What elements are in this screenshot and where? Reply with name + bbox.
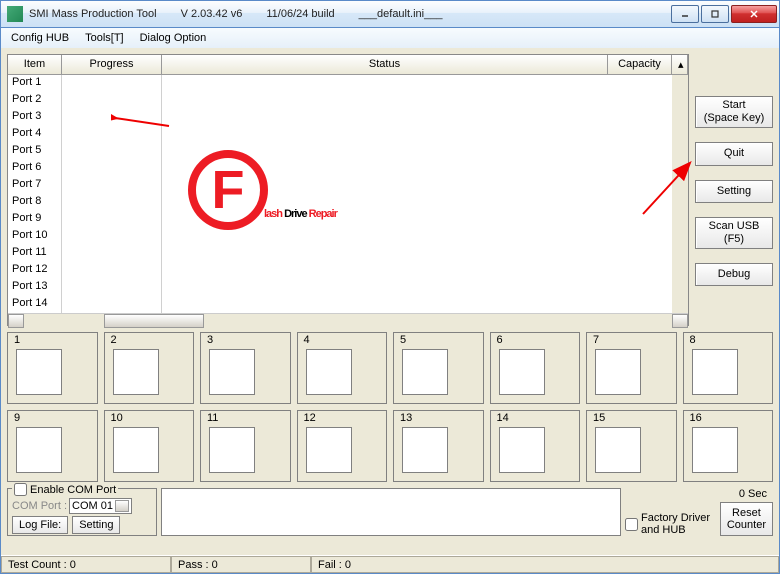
dropdown-icon xyxy=(115,500,129,512)
port-slot-7: 7 xyxy=(586,332,677,404)
status-bar: Test Count : 0 Pass : 0 Fail : 0 xyxy=(1,555,779,573)
port-slot-15: 15 xyxy=(586,410,677,482)
port-label: Port 3 xyxy=(8,109,62,126)
start-button[interactable]: Start(Space Key) xyxy=(695,96,773,128)
client-area: Item Progress Status Capacity ▴ Port 1 P… xyxy=(0,48,780,574)
side-buttons: Start(Space Key) Quit Setting Scan USB(F… xyxy=(695,54,773,326)
port-slot-2: 2 xyxy=(104,332,195,404)
reset-counter-button[interactable]: ResetCounter xyxy=(720,502,773,536)
port-slot-4: 4 xyxy=(297,332,388,404)
port-slot-14: 14 xyxy=(490,410,581,482)
port-slot-inner[interactable] xyxy=(113,427,159,473)
vscroll-up[interactable]: ▴ xyxy=(672,55,688,74)
port-slot-inner[interactable] xyxy=(113,349,159,395)
col-progress[interactable]: Progress xyxy=(62,55,162,74)
port-label: Port 9 xyxy=(8,211,62,228)
menu-dialog-option[interactable]: Dialog Option xyxy=(134,30,213,46)
port-slot-inner[interactable] xyxy=(692,349,738,395)
port-slot-9: 9 xyxy=(7,410,98,482)
status-test-count: Test Count : 0 xyxy=(1,556,171,573)
menu-tools[interactable]: Tools[T] xyxy=(79,30,130,46)
port-slot-inner[interactable] xyxy=(499,427,545,473)
log-setting-button[interactable]: Setting xyxy=(72,516,120,534)
port-slot-12: 12 xyxy=(297,410,388,482)
titlebar: SMI Mass Production Tool V 2.03.42 v6 11… xyxy=(0,0,780,28)
port-slot-inner[interactable] xyxy=(16,349,62,395)
app-ini: ___default.ini___ xyxy=(359,8,443,20)
port-label: Port 10 xyxy=(8,228,62,245)
hscroll-thumb[interactable] xyxy=(104,314,204,328)
port-slot-13: 13 xyxy=(393,410,484,482)
app-icon xyxy=(7,6,23,22)
port-table: Item Progress Status Capacity ▴ Port 1 P… xyxy=(7,54,689,326)
hscroll-right[interactable] xyxy=(672,314,688,328)
port-slot-inner[interactable] xyxy=(402,427,448,473)
port-label: Port 12 xyxy=(8,262,62,279)
port-slot-inner[interactable] xyxy=(16,427,62,473)
table-header: Item Progress Status Capacity ▴ xyxy=(8,55,688,75)
debug-button[interactable]: Debug xyxy=(695,263,773,286)
timer-label: 0 Sec xyxy=(739,488,773,500)
port-slot-10: 10 xyxy=(104,410,195,482)
setting-button[interactable]: Setting xyxy=(695,180,773,203)
col-status[interactable]: Status xyxy=(162,55,608,74)
table-body: Port 1 Port 2 Port 3 Port 4 Port 5 Port … xyxy=(8,75,672,313)
port-slot-5: 5 xyxy=(393,332,484,404)
com-port-group: Enable COM Port COM Port : COM 01 Log Fi… xyxy=(7,488,157,536)
app-version: V 2.03.42 v6 xyxy=(181,8,243,20)
col-item[interactable]: Item xyxy=(8,55,62,74)
port-slot-11: 11 xyxy=(200,410,291,482)
app-build: 11/06/24 build xyxy=(266,8,334,20)
port-slot-3: 3 xyxy=(200,332,291,404)
port-label: Port 14 xyxy=(8,296,62,313)
titlebar-text: SMI Mass Production Tool V 2.03.42 v6 11… xyxy=(29,8,669,20)
port-label: Port 7 xyxy=(8,177,62,194)
port-slot-inner[interactable] xyxy=(595,349,641,395)
port-label: Port 2 xyxy=(8,92,62,109)
port-slot-inner[interactable] xyxy=(209,427,255,473)
port-slot-1: 1 xyxy=(7,332,98,404)
port-slot-inner[interactable] xyxy=(692,427,738,473)
vertical-scrollbar[interactable] xyxy=(672,75,688,313)
status-fail: Fail : 0 xyxy=(311,556,779,573)
log-textarea[interactable] xyxy=(161,488,621,536)
menubar: Config HUB Tools[T] Dialog Option xyxy=(0,28,780,48)
port-slot-6: 6 xyxy=(490,332,581,404)
port-slot-inner[interactable] xyxy=(209,349,255,395)
port-label: Port 6 xyxy=(8,160,62,177)
enable-com-checkbox[interactable]: Enable COM Port xyxy=(12,483,118,496)
menu-config-hub[interactable]: Config HUB xyxy=(5,30,75,46)
factory-driver-checkbox[interactable]: Factory Driver and HUB xyxy=(625,512,716,536)
log-file-button[interactable]: Log File: xyxy=(12,516,68,534)
close-button[interactable] xyxy=(731,5,777,23)
port-label: Port 5 xyxy=(8,143,62,160)
port-slot-inner[interactable] xyxy=(306,349,352,395)
port-slot-16: 16 xyxy=(683,410,774,482)
port-label: Port 8 xyxy=(8,194,62,211)
quit-button[interactable]: Quit xyxy=(695,142,773,165)
com-port-label: COM Port : xyxy=(12,500,67,512)
port-label: Port 13 xyxy=(8,279,62,296)
scan-usb-button[interactable]: Scan USB(F5) xyxy=(695,217,773,249)
app-title: SMI Mass Production Tool xyxy=(29,8,157,20)
port-slot-inner[interactable] xyxy=(595,427,641,473)
com-port-select[interactable]: COM 01 xyxy=(69,498,132,514)
port-slot-8: 8 xyxy=(683,332,774,404)
horizontal-scrollbar[interactable] xyxy=(8,313,688,328)
port-label: Port 11 xyxy=(8,245,62,262)
maximize-button[interactable] xyxy=(701,5,729,23)
minimize-button[interactable] xyxy=(671,5,699,23)
port-slot-inner[interactable] xyxy=(402,349,448,395)
port-grid: 1 2 3 4 5 6 7 8 9 10 11 12 13 14 15 16 xyxy=(7,332,773,482)
hscroll-left[interactable] xyxy=(8,314,24,328)
status-pass: Pass : 0 xyxy=(171,556,311,573)
col-capacity[interactable]: Capacity xyxy=(608,55,672,74)
port-slot-inner[interactable] xyxy=(306,427,352,473)
port-label: Port 1 xyxy=(8,75,62,92)
port-slot-inner[interactable] xyxy=(499,349,545,395)
port-label: Port 4 xyxy=(8,126,62,143)
